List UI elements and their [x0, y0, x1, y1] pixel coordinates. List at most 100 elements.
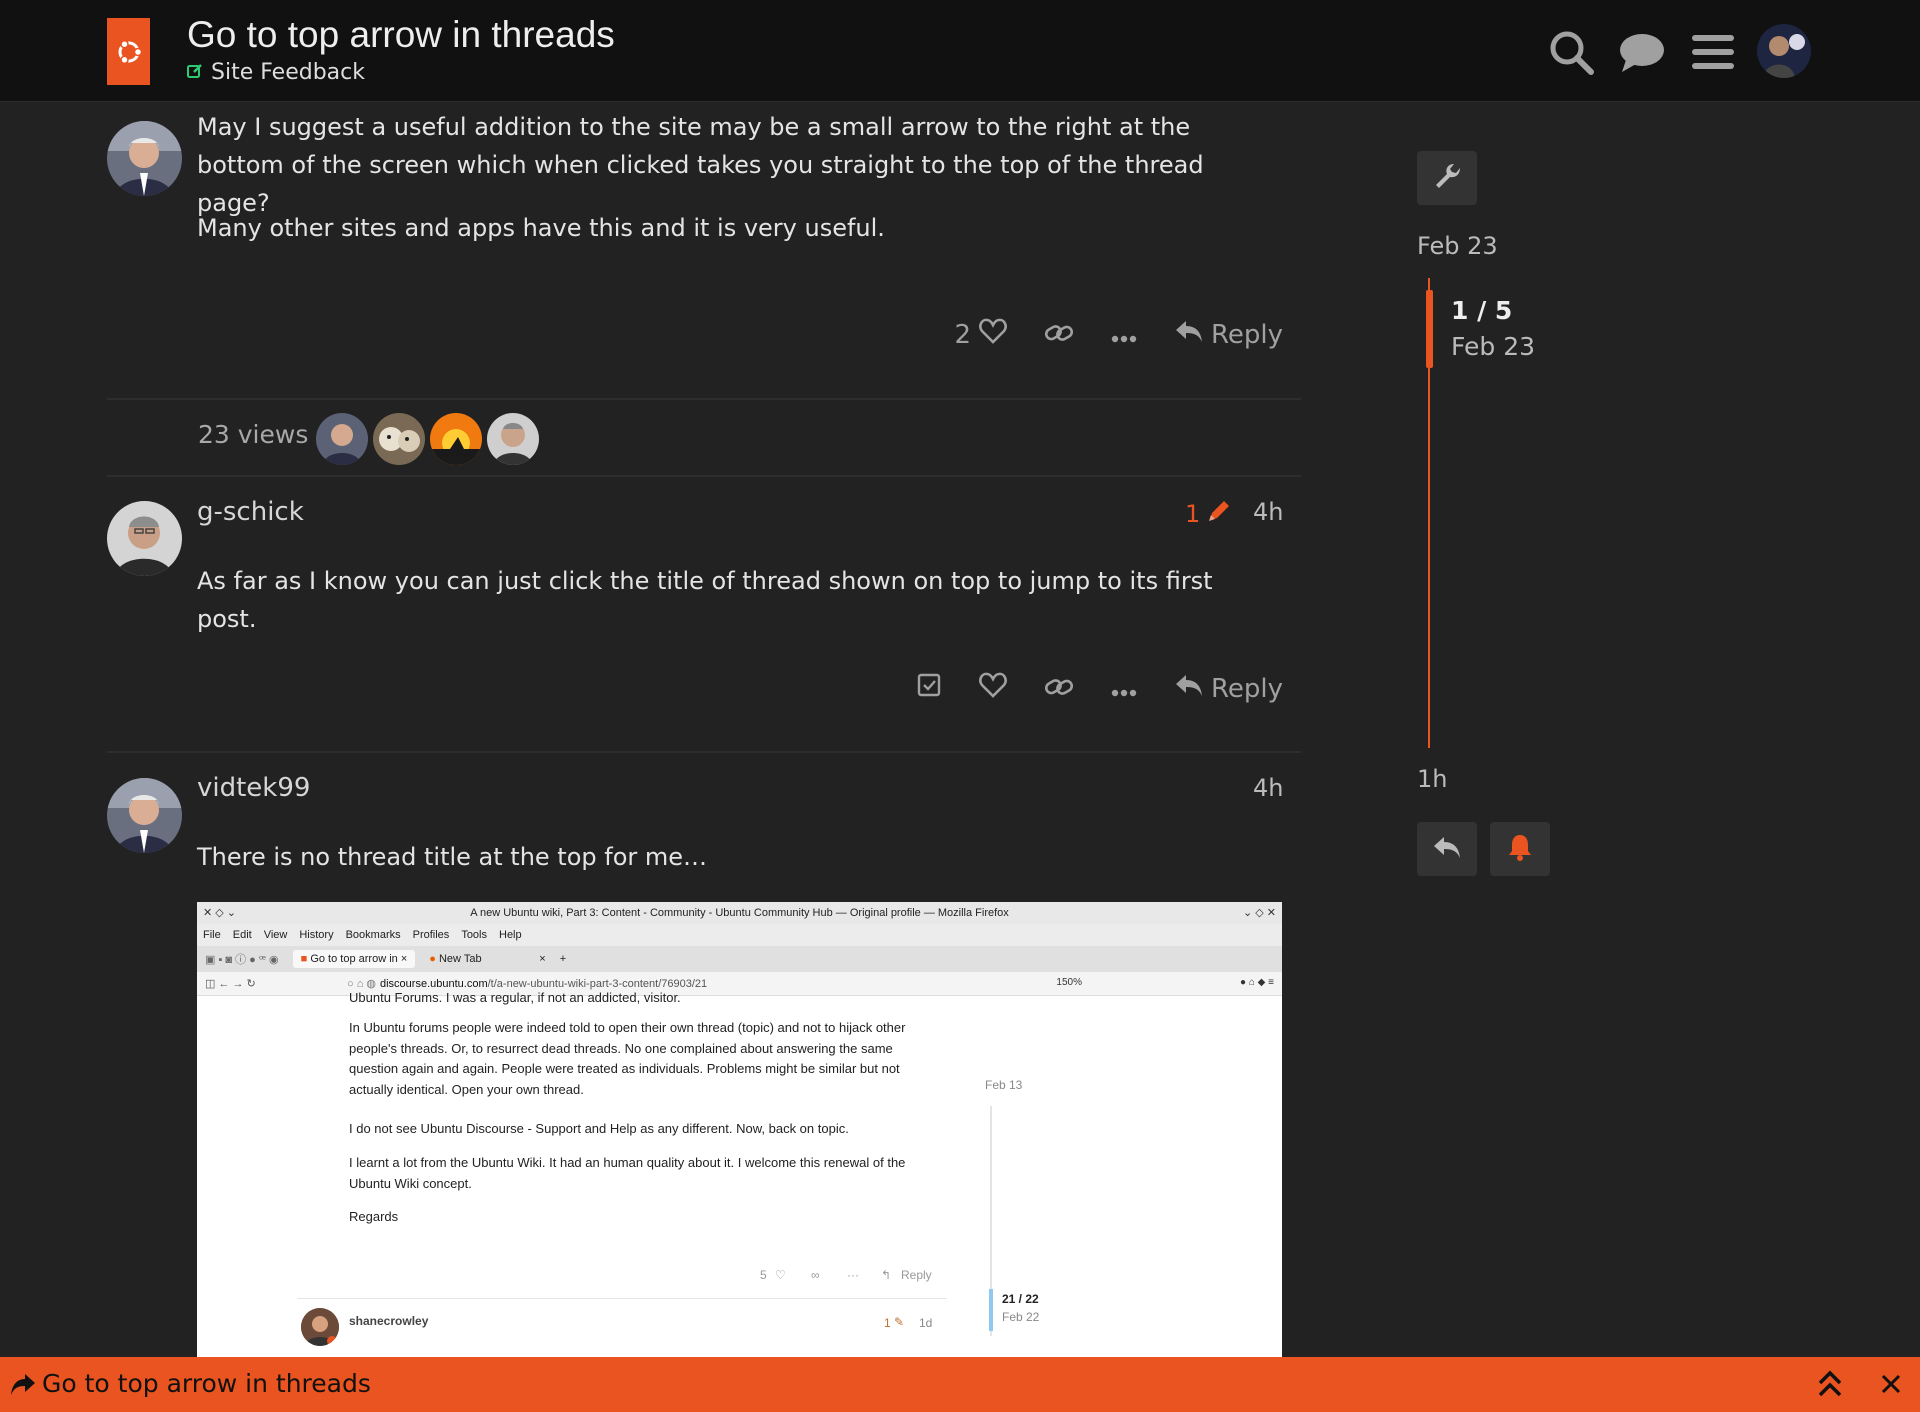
post-paragraph: I do not see Ubuntu Discourse - Support … [349, 1121, 849, 1136]
search-icon[interactable] [1545, 26, 1597, 78]
post-actions: Reply [917, 672, 1283, 705]
reply-to-topic-button[interactable] [1417, 822, 1477, 876]
browser-tab: ■ Go to top arrow in × [292, 950, 416, 968]
user-avatar[interactable] [1757, 24, 1811, 78]
post-author-avatar[interactable] [107, 778, 182, 853]
double-chevron-up-icon[interactable] [1817, 1369, 1843, 1403]
window-controls-icon: ✕ ◇ ⌄ [203, 907, 237, 919]
edit-count: 1 [1185, 500, 1201, 528]
divider [107, 398, 1301, 400]
ellipsis-icon [1111, 674, 1137, 704]
menu-view: View [263, 929, 288, 941]
reply-label: Reply [1210, 673, 1283, 704]
chat-icon[interactable] [1616, 26, 1668, 78]
menu-tools: Tools [461, 929, 487, 941]
tab-label: New Tab [438, 953, 482, 965]
browser-menubar: File Edit View History Bookmarks Profile… [197, 924, 1282, 946]
browser-content: Ubuntu Forums. I was a regular, if not a… [197, 990, 1282, 1346]
category-name: Site Feedback [211, 60, 365, 85]
reply-label: Reply [901, 1268, 932, 1282]
topic-admin-button[interactable] [1417, 151, 1477, 205]
timeline-position: 1 / 5 [1451, 296, 1513, 325]
divider [297, 1298, 947, 1299]
browser-tab: ● New Tab [429, 953, 482, 965]
toolbar-icons: ● ⌂ ◆ ≡ [1240, 977, 1274, 988]
heart-icon: ♡ [775, 1268, 786, 1282]
post-actions: 2 Reply [954, 318, 1283, 351]
timeline-end-label[interactable]: 1h [1417, 765, 1447, 793]
participant-avatar[interactable] [487, 413, 539, 465]
topic-progress-bar[interactable]: Go to top arrow in threads [0, 1357, 1920, 1412]
post-author-avatar[interactable] [107, 121, 182, 196]
participant-avatar[interactable] [373, 413, 425, 465]
reply-button[interactable]: Reply [1175, 319, 1283, 350]
post-paragraph: I learnt a lot from the Ubuntu Wiki. It … [349, 1155, 906, 1191]
menu-history: History [299, 929, 334, 941]
post-body: As far as I know you can just click the … [197, 567, 1213, 633]
tab-bar-icons: ▣ ▪ ◙ ⓘ ● ꟹ ◉ [205, 954, 279, 966]
post-author-avatar[interactable] [107, 501, 182, 576]
checkbox-icon [917, 673, 941, 704]
reply-icon [1433, 835, 1461, 863]
ellipsis-icon: ··· [847, 1268, 859, 1282]
category-badge[interactable]: Site Feedback [187, 60, 365, 85]
edit-history-button[interactable]: 1 [1185, 498, 1232, 530]
post-paragraph: Ubuntu Forums. I was a regular, if not a… [349, 990, 681, 1005]
nav-buttons-icon: ◫ ← → ↻ [205, 978, 256, 990]
link-icon [1044, 674, 1074, 704]
more-actions-button[interactable] [1111, 674, 1137, 704]
timeline-handle[interactable] [1426, 290, 1433, 368]
topic-title[interactable]: Go to top arrow in threads [187, 14, 615, 56]
pencil-icon: ✎ [894, 1315, 905, 1329]
post-body-paragraph: Many other sites and apps have this and … [197, 214, 885, 242]
post-body-paragraph: May I suggest a useful addition to the s… [197, 113, 1204, 217]
avatar [301, 1308, 339, 1346]
post-age[interactable]: 4h [1253, 498, 1283, 526]
reply-icon [1175, 319, 1203, 350]
tab-close-icon: × [539, 953, 546, 965]
window-controls-icon: ⌄ ◇ ✕ [1242, 907, 1276, 919]
ubuntu-logo-icon[interactable] [107, 18, 150, 85]
participant-avatar[interactable] [316, 413, 368, 465]
ellipsis-icon [1111, 320, 1137, 350]
like-button[interactable]: 2 [954, 318, 1007, 351]
window-title: A new Ubuntu wiki, Part 3: Content - Com… [470, 907, 1009, 919]
more-actions-button[interactable] [1111, 320, 1137, 350]
notifications-button[interactable] [1490, 822, 1550, 876]
participant-avatar[interactable] [430, 413, 482, 465]
close-icon[interactable] [1881, 1374, 1901, 1398]
timeline-start-date[interactable]: Feb 23 [1417, 232, 1498, 260]
timeline-date: Feb 13 [985, 1078, 1023, 1092]
post-username[interactable]: g-schick [197, 497, 304, 527]
wrench-icon [1433, 162, 1461, 194]
timeline-position-date: Feb 23 [1451, 332, 1536, 361]
solution-button[interactable] [917, 673, 941, 704]
reply-icon [1175, 673, 1203, 704]
tab-label: Go to top arrow in [310, 953, 398, 965]
post-age[interactable]: 4h [1253, 774, 1283, 802]
post-paragraph: Regards [349, 1209, 399, 1224]
link-icon: ∞ [811, 1268, 820, 1282]
menu-help: Help [499, 929, 522, 941]
post-paragraph: In Ubuntu forums people were indeed told… [349, 1020, 906, 1097]
views-count: 23 views [198, 420, 309, 449]
post-body: There is no thread title at the top for … [197, 843, 708, 871]
window-titlebar: ✕ ◇ ⌄ A new Ubuntu wiki, Part 3: Content… [197, 902, 1282, 924]
menu-edit: Edit [232, 929, 252, 941]
post-age: 1d [919, 1316, 933, 1330]
post-username[interactable]: vidtek99 [197, 773, 310, 803]
hamburger-menu-icon[interactable] [1687, 26, 1739, 78]
timeline-count: 21 / 22 [1002, 1292, 1039, 1306]
reply-button[interactable]: Reply [1175, 673, 1283, 704]
menu-bookmarks: Bookmarks [345, 929, 401, 941]
embedded-screenshot[interactable]: ✕ ◇ ⌄ A new Ubuntu wiki, Part 3: Content… [197, 902, 1282, 1357]
timeline-handle [989, 1289, 993, 1331]
copy-link-button[interactable] [1044, 320, 1074, 350]
timeline-date: Feb 22 [1002, 1310, 1040, 1324]
username: shanecrowley [349, 1314, 429, 1328]
copy-link-button[interactable] [1044, 674, 1074, 704]
share-icon [10, 1372, 36, 1400]
like-button[interactable] [979, 672, 1007, 705]
progress-bar-title[interactable]: Go to top arrow in threads [42, 1369, 371, 1398]
edit-square-icon [187, 60, 203, 85]
